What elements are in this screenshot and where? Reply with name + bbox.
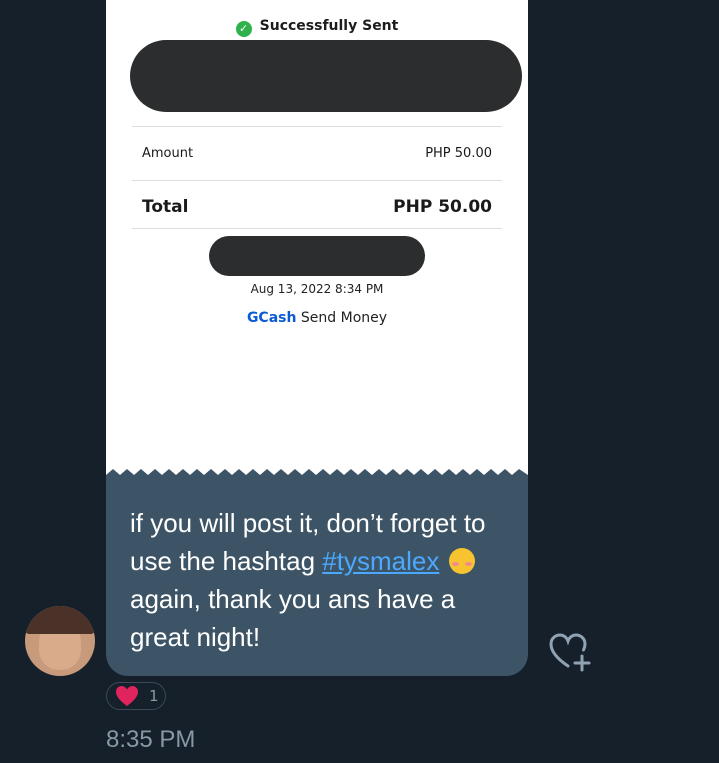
status-line: ✓ Successfully Sent <box>106 18 528 37</box>
reaction-count: 1 <box>149 687 159 705</box>
torn-edge <box>106 469 528 483</box>
amount-value: PHP 50.00 <box>425 146 492 161</box>
transaction-datetime: Aug 13, 2022 8:34 PM <box>250 282 384 296</box>
heart-plus-icon[interactable] <box>548 632 592 672</box>
payment-receipt-image[interactable]: ✓ Successfully Sent Amount PHP 50.00 Tota… <box>106 0 528 483</box>
total-value: PHP 50.00 <box>393 197 492 217</box>
message-bubble[interactable]: if you will post it, don’t forget to use… <box>106 482 528 676</box>
heart-icon <box>116 686 138 706</box>
check-circle-icon: ✓ <box>235 21 252 37</box>
divider <box>132 180 502 181</box>
amount-label: Amount <box>142 146 194 161</box>
smiling-face-with-blush-icon <box>448 548 475 574</box>
gcash-brand: GCash <box>246 310 297 326</box>
reaction-pill[interactable]: 1 <box>106 682 166 710</box>
message-timestamp: 8:35 PM <box>106 726 196 753</box>
status-text: Successfully Sent <box>259 18 399 34</box>
redacted-block <box>130 40 522 112</box>
divider <box>132 126 502 127</box>
message-text-part-2: again, thank you ans have a great night! <box>130 584 456 652</box>
total-row: Total PHP 50.00 <box>142 197 492 217</box>
redacted-block <box>209 236 425 276</box>
avatar[interactable] <box>25 606 95 676</box>
service-name: Send Money <box>300 310 388 326</box>
avatar-hair <box>25 606 95 634</box>
total-label: Total <box>142 197 189 217</box>
amount-row: Amount PHP 50.00 <box>142 146 492 161</box>
message-text: if you will post it, don’t forget to use… <box>130 504 508 656</box>
divider <box>132 228 502 229</box>
hashtag-link[interactable]: #tysmalex <box>322 546 439 576</box>
service-line: GCash Send Money <box>106 310 528 326</box>
